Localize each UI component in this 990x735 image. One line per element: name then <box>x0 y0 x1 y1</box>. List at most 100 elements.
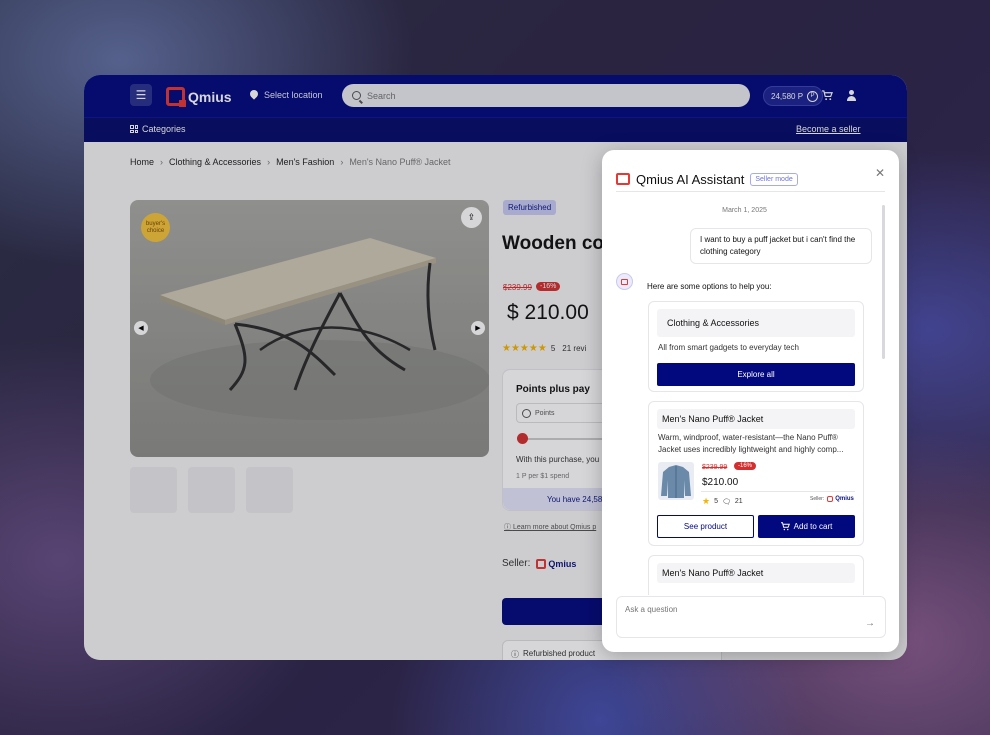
cart-icon <box>780 522 790 531</box>
chevron-left-icon: ◀ <box>138 325 144 332</box>
points-icon <box>522 408 531 418</box>
user-icon[interactable] <box>846 90 857 101</box>
product-price: $ 210.00 <box>507 301 589 324</box>
location-selector[interactable]: Select location <box>250 90 323 100</box>
product-card-title: Men's Nano Puff® Jacket <box>657 409 855 429</box>
product-title: Wooden co <box>502 233 605 254</box>
discount-badge: -16% <box>536 282 561 291</box>
card-seller-label: Seller: <box>810 496 825 502</box>
become-seller-link[interactable]: Become a seller <box>796 124 861 134</box>
product-main-image[interactable]: buyer's choice ⇪ ◀ ▶ <box>130 200 489 457</box>
card-rating: 5 <box>714 498 718 505</box>
search-input[interactable] <box>367 90 727 101</box>
bot-avatar <box>616 273 633 290</box>
assistant-title: Qmius AI Assistant <box>636 171 745 187</box>
breadcrumb: Home › Clothing & Accessories › Men's Fa… <box>130 157 451 167</box>
chevron-right-icon: › <box>340 157 344 167</box>
product-card: Men's Nano Puff® Jacket <box>648 555 864 595</box>
rating-value: 5 <box>550 344 556 353</box>
share-button[interactable]: ⇪ <box>461 207 482 228</box>
buyers-choice-badge: buyer's choice <box>141 213 170 242</box>
divider <box>701 491 855 492</box>
refurbished-note-text: Refurbished product <box>523 649 596 658</box>
points-balance[interactable]: 24,580 P P <box>763 86 824 106</box>
learn-more-text: Learn more about Qmius p <box>512 524 597 531</box>
category-card-desc: All from smart gadgets to everyday tech <box>658 343 799 352</box>
categories-label: Categories <box>142 124 186 134</box>
product-card: Men's Nano Puff® Jacket Warm, windproof,… <box>648 401 864 546</box>
search-bar[interactable] <box>342 84 750 107</box>
comment-icon: 🗨 <box>721 498 731 506</box>
jacket-image <box>661 465 691 498</box>
card-seller: Seller: Qmius <box>810 496 854 502</box>
seller-logo[interactable]: Qmius <box>536 558 577 569</box>
brand-name: Qmius <box>188 88 232 105</box>
qmius-logo-icon <box>621 278 628 285</box>
next-image-button[interactable]: ▶ <box>471 321 485 335</box>
assistant-header: Qmius AI Assistant Seller mode <box>616 166 886 192</box>
bot-message: Here are some options to help you: <box>647 282 772 291</box>
add-to-cart-label: Add to cart <box>793 522 833 531</box>
breadcrumb-home[interactable]: Home <box>130 157 154 167</box>
chevron-right-icon: › <box>160 157 164 167</box>
star-icon: ★ <box>702 496 711 506</box>
points-purchase-text: With this purchase, you <box>516 455 600 464</box>
chevron-right-icon: › <box>267 157 271 167</box>
location-pin-icon <box>250 90 258 100</box>
qmius-logo-icon <box>616 173 630 185</box>
seller-mode-badge[interactable]: Seller mode <box>750 172 798 186</box>
points-slider-handle[interactable] <box>517 433 528 444</box>
breadcrumb-clothing[interactable]: Clothing & Accessories <box>169 157 261 167</box>
sub-navbar: Categories Become a seller <box>84 117 907 142</box>
scrollbar[interactable] <box>882 205 885 359</box>
question-input-box[interactable]: → <box>616 596 886 638</box>
close-icon[interactable]: ✕ <box>875 166 885 180</box>
send-arrow-icon[interactable]: → <box>865 618 875 629</box>
see-product-button[interactable]: See product <box>657 515 754 538</box>
search-icon <box>352 91 361 100</box>
seller-info: Seller: Qmius <box>502 558 576 569</box>
question-input[interactable] <box>625 605 845 614</box>
explore-all-button[interactable]: Explore all <box>657 363 855 386</box>
product-card-desc: Warm, windproof, water-resistant—the Nan… <box>658 433 844 454</box>
user-message: I want to buy a puff jacket but i can't … <box>690 228 872 264</box>
points-icon: P <box>807 90 819 102</box>
hamburger-menu-button[interactable]: ☰ <box>130 84 152 106</box>
card-price: $210.00 <box>702 477 739 488</box>
product-rating: ★★★★★ 5 21 revi <box>502 343 586 354</box>
category-card: Clothing & Accessories All from smart ga… <box>648 301 864 392</box>
category-card-title: Clothing & Accessories <box>657 309 855 337</box>
thumbnail[interactable] <box>130 467 177 513</box>
thumbnail[interactable] <box>246 467 293 513</box>
categories-button[interactable]: Categories <box>130 124 186 134</box>
qmius-logo-icon <box>166 87 186 107</box>
thumbnail[interactable] <box>188 467 235 513</box>
breadcrumb-mens-fashion[interactable]: Men's Fashion <box>276 157 334 167</box>
breadcrumb-current: Men's Nano Puff® Jacket <box>349 157 451 167</box>
points-value: 24,580 P <box>771 91 804 101</box>
top-navbar: ☰ Qmius Select location 24,580 P P <box>84 75 907 117</box>
seller-logo: Qmius <box>827 496 854 502</box>
seller-name: Qmius <box>548 558 577 569</box>
points-plus-pay-title: Points plus pay <box>516 384 590 395</box>
divider <box>616 191 885 192</box>
cart-icon[interactable] <box>822 90 833 101</box>
card-add-to-cart-button[interactable]: Add to cart <box>758 515 855 538</box>
points-rate-text: 1 P per $1 spend <box>516 473 570 480</box>
location-label: Select location <box>264 90 323 100</box>
prev-image-button[interactable]: ◀ <box>134 321 148 335</box>
old-price: $239.99 <box>503 283 532 292</box>
ai-assistant-panel: Qmius AI Assistant Seller mode ✕ March 1… <box>602 150 899 652</box>
product-thumbnail[interactable] <box>658 462 694 500</box>
hamburger-icon: ☰ <box>135 88 147 102</box>
share-icon: ⇪ <box>467 212 476 222</box>
card-old-price: $239.99 <box>702 464 728 471</box>
chat-date: March 1, 2025 <box>722 207 767 214</box>
points-input-label: Points <box>535 409 555 417</box>
reviews-count[interactable]: 21 revi <box>562 344 586 353</box>
brand-logo[interactable]: Qmius <box>166 87 232 107</box>
card-stats: ★ 5 🗨 21 <box>702 496 743 507</box>
learn-more-link[interactable]: ⓘ Learn more about Qmius p <box>504 522 596 532</box>
card-discount-badge: -16% <box>734 462 757 470</box>
product-card-title: Men's Nano Puff® Jacket <box>657 563 855 583</box>
